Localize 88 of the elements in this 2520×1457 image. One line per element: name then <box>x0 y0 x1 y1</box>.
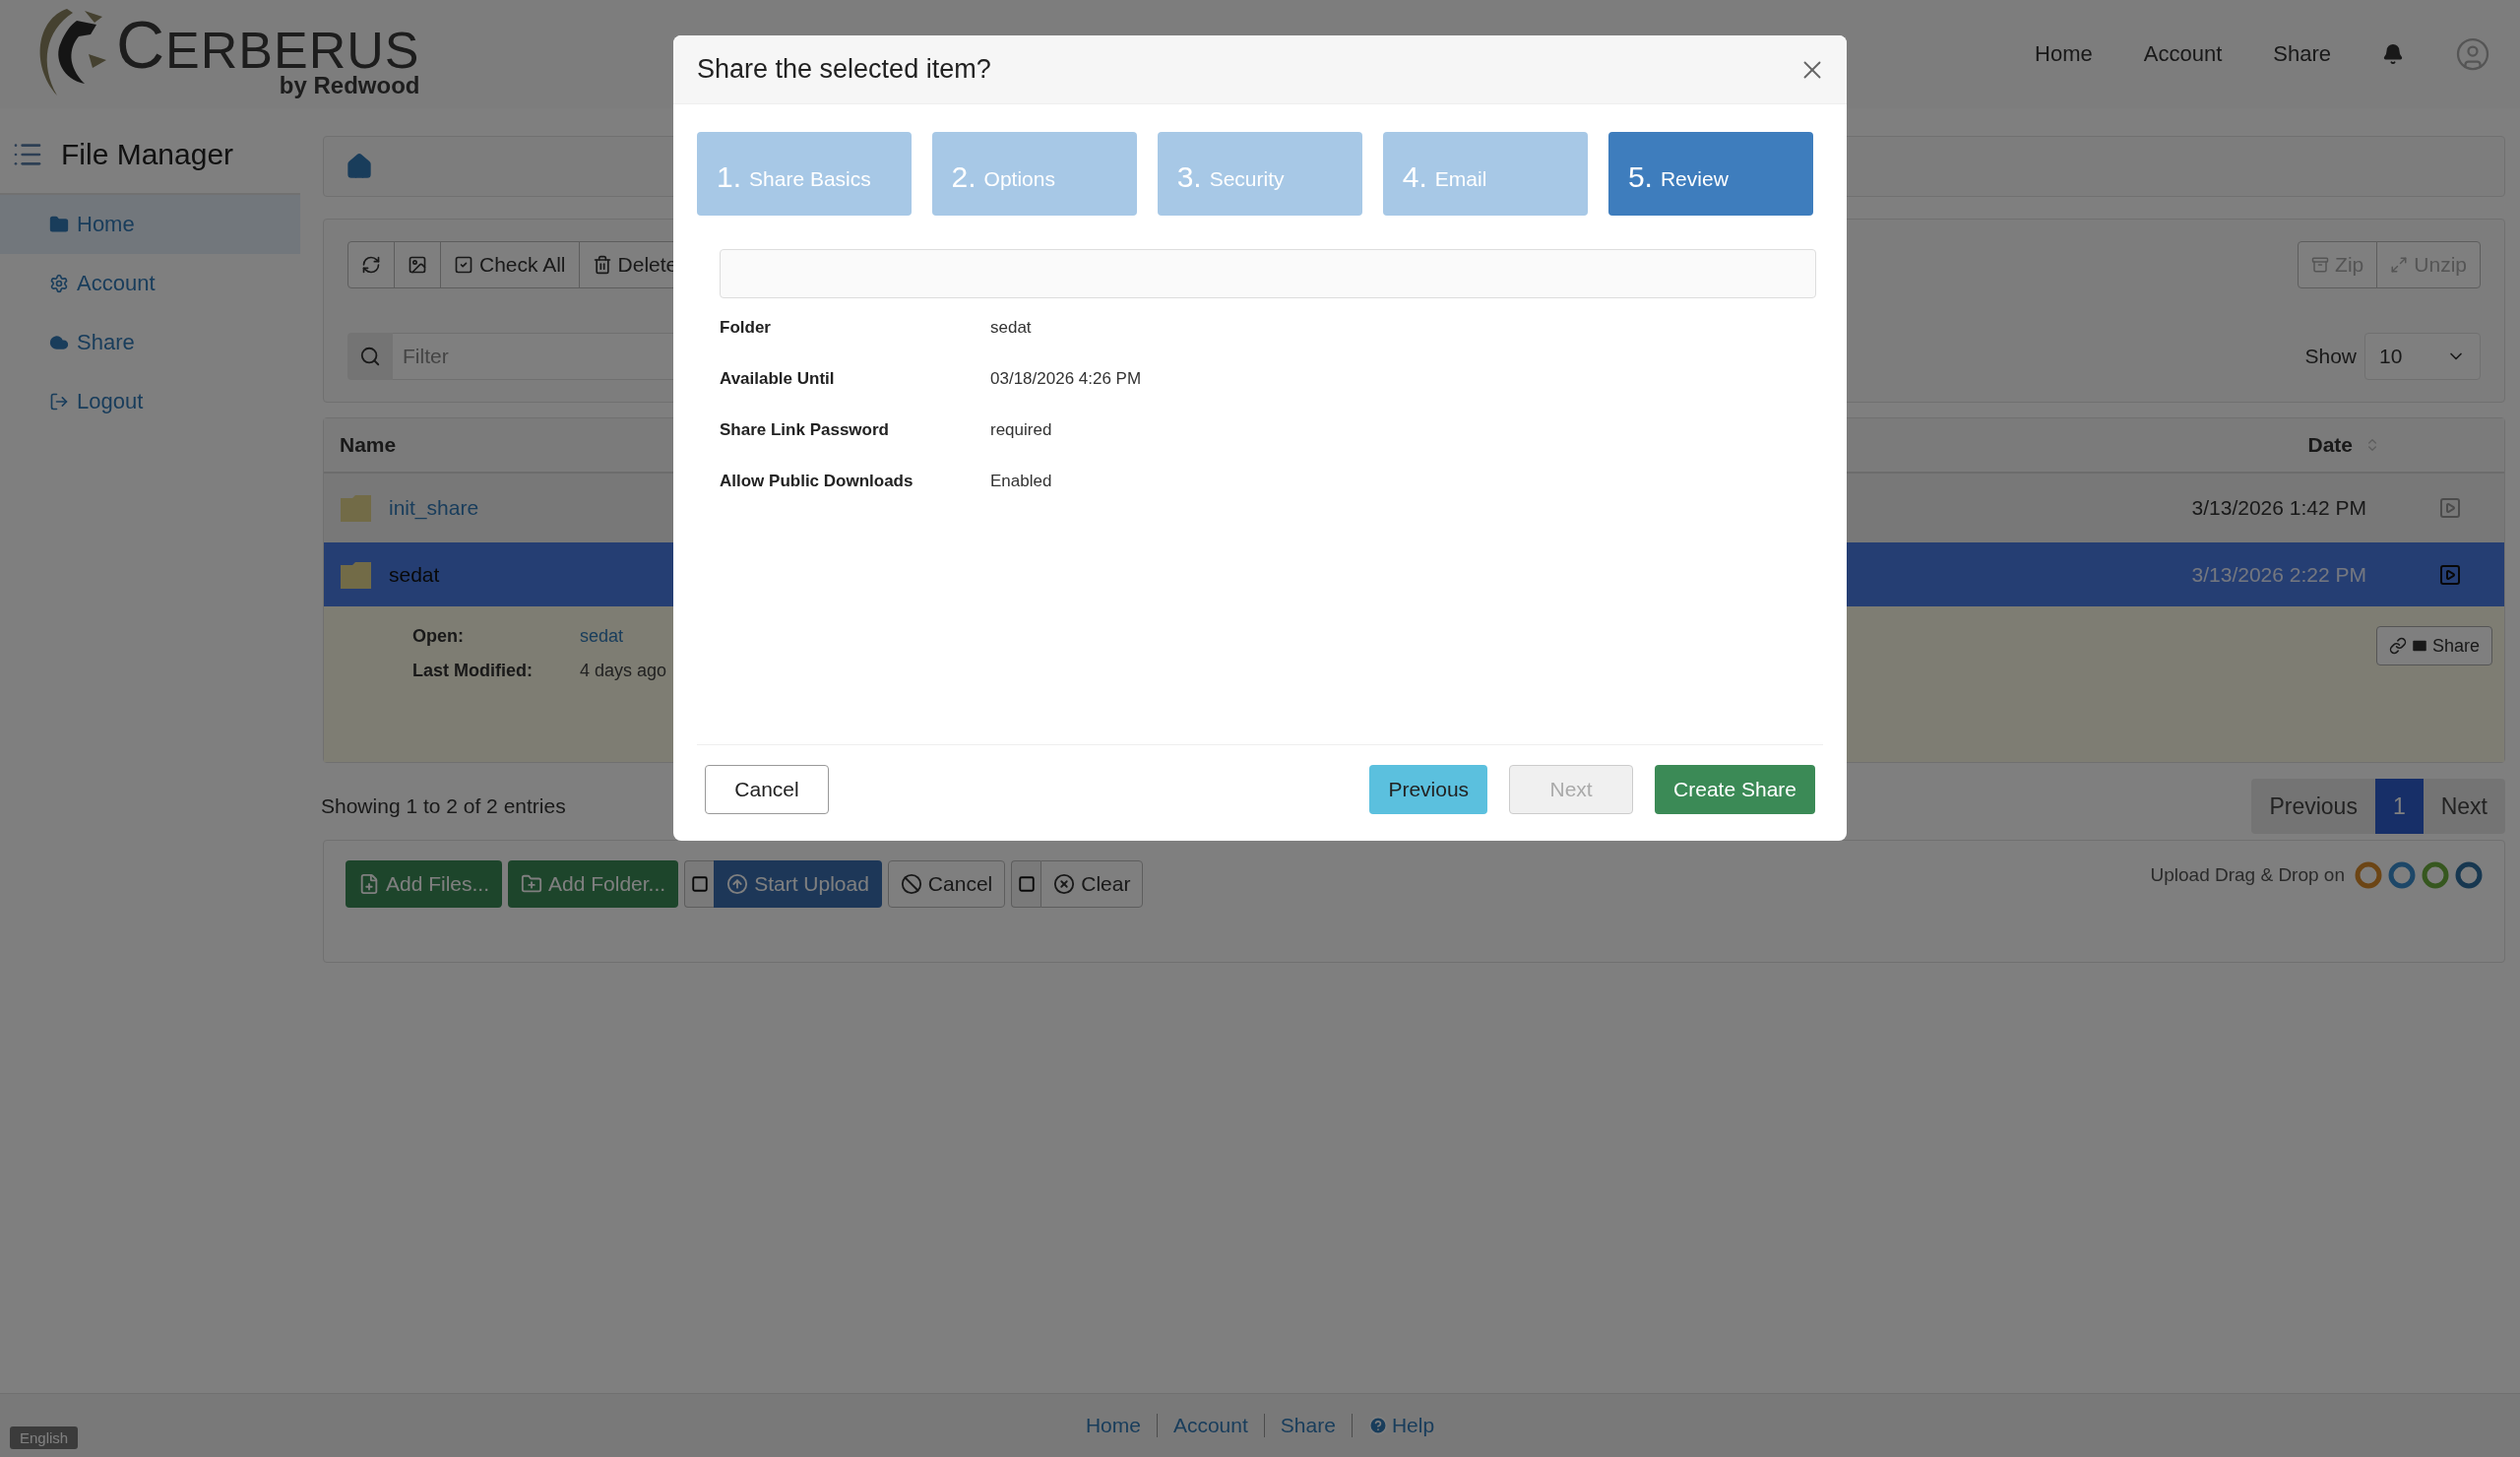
dialog-button[interactable]: Previous <box>1369 764 1488 814</box>
review-label: Share Link Password <box>720 420 890 440</box>
cloud-icon <box>49 333 69 352</box>
message-field[interactable] <box>720 249 1816 298</box>
entries-info: Showing 1 to 2 of 2 entries <box>321 794 566 818</box>
folder-icon <box>340 493 373 523</box>
review-label: Available Until <box>720 369 836 389</box>
review-value: sedat <box>990 318 1033 338</box>
checkbox-icon <box>690 875 709 893</box>
detail-value: 4 days ago <box>580 661 667 681</box>
detail-link[interactable]: sedat <box>580 626 667 647</box>
sidebar-title: File Manager <box>61 138 234 171</box>
sidebar-item[interactable]: Logout <box>0 372 300 431</box>
review-value: required <box>990 420 1053 440</box>
folder-plus-icon <box>521 873 543 895</box>
share-button[interactable]: Share <box>2375 626 2492 665</box>
cancel-button[interactable]: Cancel <box>705 764 829 814</box>
review-label: Allow Public Downloads <box>720 472 914 491</box>
browser-icon <box>2455 861 2483 889</box>
logo-subtitle: by Redwood <box>279 74 420 97</box>
upload-button[interactable]: Add Folder... <box>508 860 679 908</box>
checkbox-icon <box>454 255 473 275</box>
toolbar-button[interactable]: Check All <box>440 241 580 288</box>
page-link[interactable]: 1 <box>2374 779 2424 834</box>
bell-icon[interactable] <box>2382 43 2404 65</box>
upload-button[interactable]: Cancel <box>887 860 1006 908</box>
footer-link[interactable]: Account <box>1156 1414 1264 1437</box>
sidebar-item[interactable]: Share <box>0 313 300 372</box>
footer-link[interactable]: Share <box>1263 1414 1352 1437</box>
close-circle-icon <box>1053 873 1076 895</box>
drag-drop-note: Upload Drag & Drop on <box>2150 864 2345 886</box>
wizard-step[interactable]: 5. Review <box>1607 132 1814 216</box>
refresh-icon <box>361 255 381 275</box>
language-badge[interactable]: English <box>10 1426 79 1449</box>
expand-icon <box>2390 256 2409 274</box>
search-icon <box>347 333 393 380</box>
detail-label: Open: <box>412 626 465 647</box>
folder-icon <box>340 559 373 590</box>
sidebar-item[interactable]: Account <box>0 254 300 313</box>
link-icon <box>2388 637 2407 655</box>
trash-icon <box>592 255 612 275</box>
file-plus-icon <box>358 873 380 895</box>
file-name-link[interactable]: sedat <box>389 562 440 587</box>
date-cell-text: 3/13/2026 2:22 PM <box>2191 562 2367 587</box>
wizard-step[interactable]: 3. Security <box>1157 132 1362 216</box>
detail-label: Last Modified: <box>412 661 534 681</box>
browser-icon <box>2422 861 2449 889</box>
nav-link[interactable]: Home <box>2035 41 2093 67</box>
toggle-checkbox[interactable] <box>684 860 715 908</box>
date-cell-text: 3/13/2026 1:42 PM <box>2191 496 2367 520</box>
column-header[interactable]: Date <box>2292 433 2396 457</box>
upload-button[interactable]: Start Upload <box>714 860 882 908</box>
review-value: 03/18/2026 4:26 PM <box>990 369 1142 389</box>
footer-link[interactable]: Home <box>1069 1414 1157 1437</box>
toggle-checkbox[interactable] <box>1011 860 1041 908</box>
column-header: Name <box>339 433 398 457</box>
refresh-button[interactable] <box>347 241 395 288</box>
upload-button[interactable]: Add Files... <box>346 860 503 908</box>
page-size-select[interactable]: 10 <box>2364 333 2481 380</box>
home-icon[interactable] <box>346 153 373 180</box>
archive-icon <box>2311 256 2330 274</box>
image-icon <box>408 255 427 275</box>
show-label: Show <box>2304 345 2357 368</box>
review-value: Enabled <box>990 472 1053 491</box>
wizard-step[interactable]: 1. Share Basics <box>697 132 912 216</box>
upload-icon <box>726 873 749 895</box>
image-button[interactable] <box>394 241 441 288</box>
browser-icon <box>2355 861 2382 889</box>
checkbox-icon <box>1017 875 1036 893</box>
logout-icon <box>49 392 69 412</box>
dialog-title: Share the selected item? <box>697 54 991 85</box>
browser-icon <box>2388 861 2416 889</box>
upload-button[interactable]: Clear <box>1040 860 1144 908</box>
wizard-step[interactable]: 4. Email <box>1382 132 1588 216</box>
wizard-step[interactable]: 2. Options <box>931 132 1137 216</box>
previous-page-link[interactable]: Previous <box>2251 779 2375 834</box>
ban-icon <box>900 873 922 895</box>
dialog-button[interactable]: Create Share <box>1655 764 1815 814</box>
sidebar-item[interactable]: Home <box>0 195 300 254</box>
nav-link[interactable]: Share <box>2273 41 2331 67</box>
next-page-link[interactable]: Next <box>2423 779 2505 834</box>
file-name-link[interactable]: init_share <box>389 496 479 520</box>
footer-link[interactable]: Help <box>1351 1414 1451 1437</box>
folder-icon <box>49 215 69 234</box>
review-label: Folder <box>720 318 772 338</box>
nav-link[interactable]: Account <box>2143 41 2223 67</box>
help-icon <box>1367 1416 1388 1435</box>
gear-icon <box>49 274 69 293</box>
